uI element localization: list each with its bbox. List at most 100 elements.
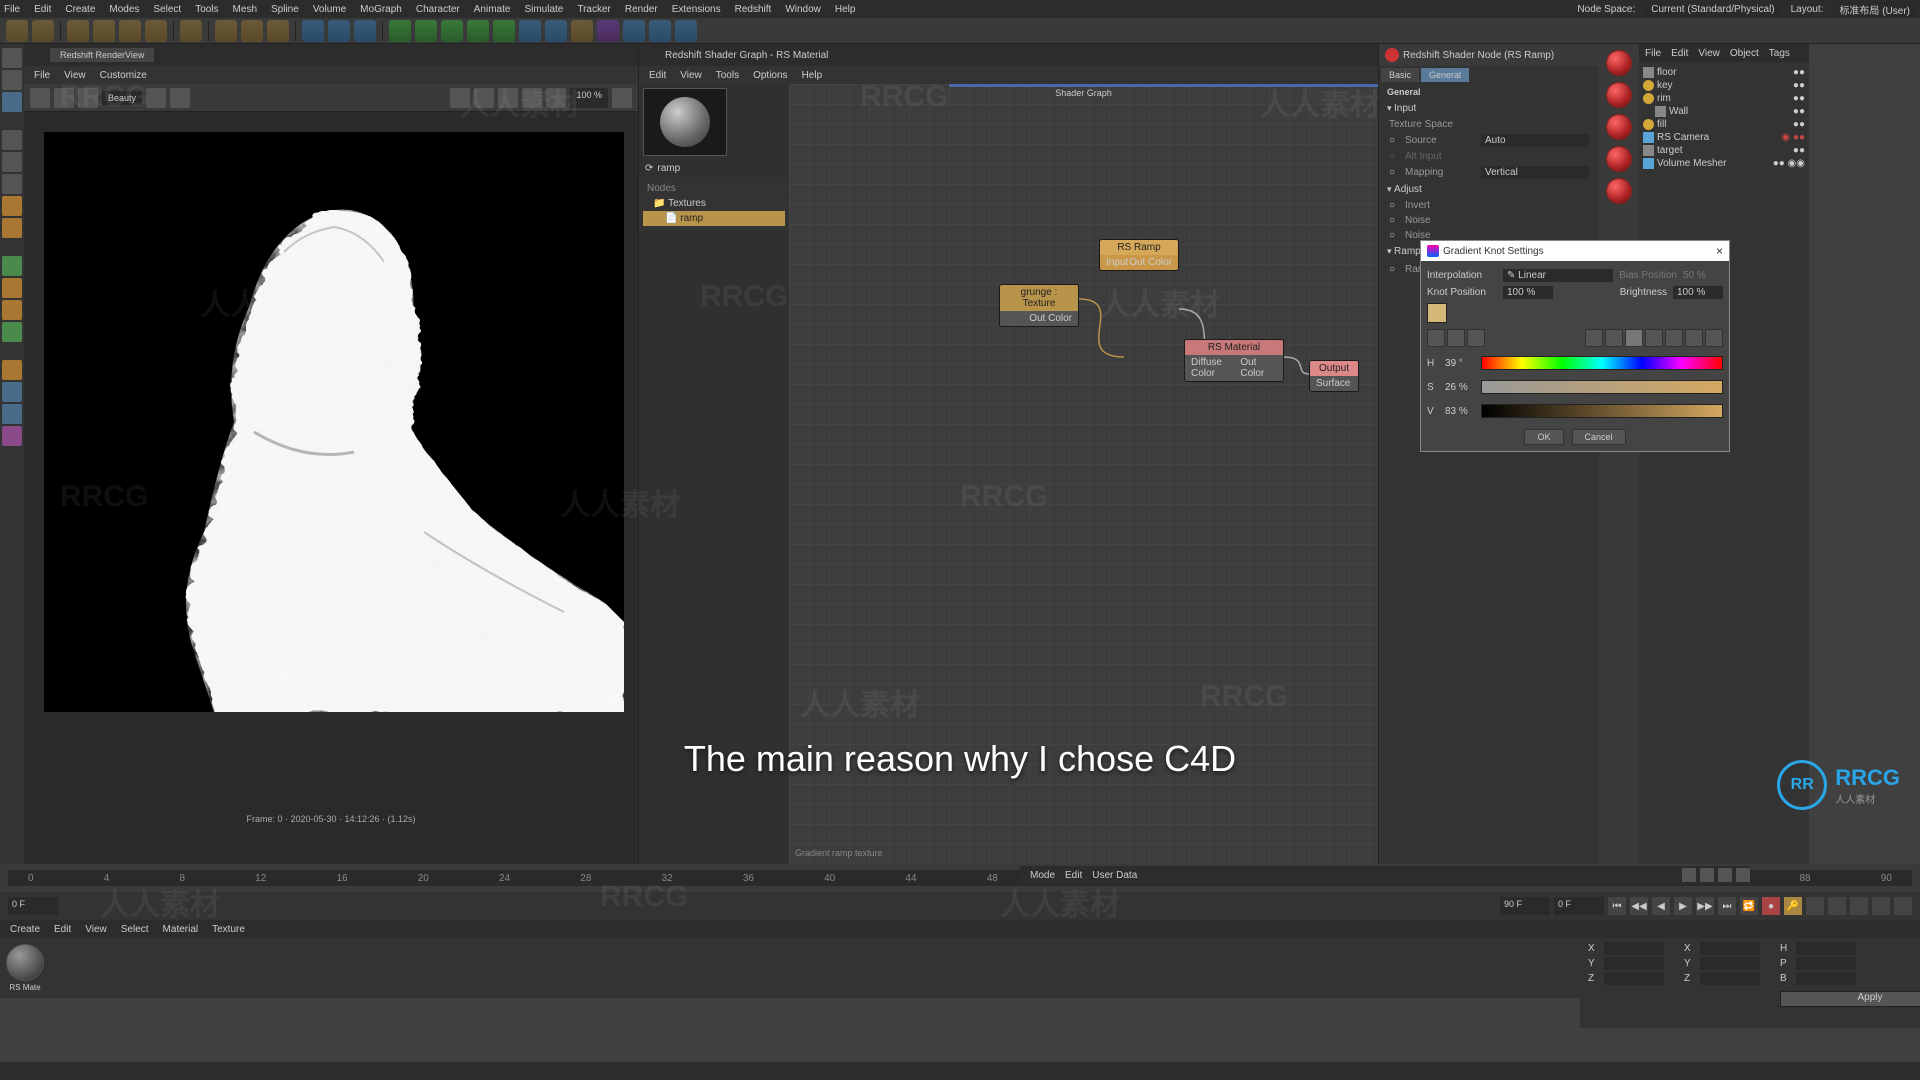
layout-value[interactable]: 标准布局 (User): [1833, 1, 1916, 18]
rot-h[interactable]: [1796, 942, 1856, 955]
mixer-icon[interactable]: [1665, 329, 1683, 347]
menu-file[interactable]: File: [4, 4, 20, 15]
render-menu-view[interactable]: View: [64, 70, 86, 81]
autokey-icon[interactable]: 🔑: [1784, 897, 1802, 915]
render-icon[interactable]: [328, 20, 350, 42]
history-icon[interactable]: [180, 20, 202, 42]
aov-select[interactable]: Beauty: [102, 91, 142, 105]
sg-menu-tools[interactable]: Tools: [716, 70, 739, 81]
node-rs-ramp[interactable]: RS Ramp InputOut Color: [1099, 239, 1179, 271]
mat-menu-texture[interactable]: Texture: [212, 924, 245, 935]
pos-z[interactable]: [1604, 972, 1664, 985]
scene-menu-file[interactable]: File: [1645, 48, 1661, 59]
menu-spline[interactable]: Spline: [271, 4, 299, 15]
frame-end[interactable]: 90 F: [1500, 897, 1550, 915]
snap-icon[interactable]: [2, 278, 22, 298]
textures-folder[interactable]: Textures: [668, 198, 706, 209]
detach-icon[interactable]: [612, 88, 632, 108]
goto-end-icon[interactable]: ⏭: [1718, 897, 1736, 915]
h-value[interactable]: 39 °: [1445, 358, 1475, 369]
scene-item-camera[interactable]: RS Camera◉ ●●: [1643, 131, 1805, 144]
move-icon[interactable]: [93, 20, 115, 42]
ramp-refresh-icon[interactable]: ⟳: [645, 163, 653, 174]
picker-icon[interactable]: [1427, 329, 1445, 347]
gradient-knot-dialog[interactable]: Gradient Knot Settings × Interpolation ✎…: [1420, 240, 1730, 452]
node-rs-material[interactable]: RS Material Diffuse ColorOut Color: [1184, 339, 1284, 382]
menu-character[interactable]: Character: [416, 4, 460, 15]
rs-preview-2[interactable]: [1606, 82, 1632, 108]
record-icon[interactable]: ●: [1762, 897, 1780, 915]
scene-item-fill[interactable]: fill●●: [1643, 118, 1805, 131]
menu-animate[interactable]: Animate: [474, 4, 511, 15]
menu-render[interactable]: Render: [625, 4, 658, 15]
ok-button[interactable]: OK: [1524, 429, 1563, 445]
scene-item-target[interactable]: target●●: [1643, 144, 1805, 157]
cube-icon[interactable]: [389, 20, 411, 42]
grid-icon[interactable]: [522, 88, 542, 108]
ramp-node-item[interactable]: ramp: [680, 213, 703, 224]
key-param-icon[interactable]: [1872, 897, 1890, 915]
mat-menu-create[interactable]: Create: [10, 924, 40, 935]
isoline-icon[interactable]: [2, 382, 22, 402]
environment-icon[interactable]: [519, 20, 541, 42]
node-output[interactable]: Output Surface: [1309, 360, 1359, 392]
render-lock-icon[interactable]: [30, 88, 50, 108]
poly-mode-icon[interactable]: [2, 174, 22, 194]
nurbs-icon[interactable]: [441, 20, 463, 42]
scene-item-wall[interactable]: Wall●●: [1643, 105, 1805, 118]
pos-value[interactable]: 100 %: [1503, 286, 1553, 299]
zoom-1-icon[interactable]: [474, 88, 494, 108]
play-back-icon[interactable]: ◀: [1652, 897, 1670, 915]
coord-icon[interactable]: [302, 20, 324, 42]
select-icon[interactable]: [67, 20, 89, 42]
material-browser[interactable]: RS Mate: [0, 938, 1580, 998]
rot-p[interactable]: [1796, 957, 1856, 970]
menu-tools[interactable]: Tools: [195, 4, 218, 15]
soft-select-icon[interactable]: [2, 322, 22, 342]
loop-icon[interactable]: 🔁: [1740, 897, 1758, 915]
info-icon[interactable]: [546, 88, 566, 108]
frame-current[interactable]: 0 F: [1554, 897, 1604, 915]
mat-menu-material[interactable]: Material: [163, 924, 199, 935]
axis-x-icon[interactable]: [215, 20, 237, 42]
redo-icon[interactable]: [32, 20, 54, 42]
menu-create[interactable]: Create: [65, 4, 95, 15]
particles-icon[interactable]: [597, 20, 619, 42]
attr-lock-icon[interactable]: [1736, 868, 1750, 882]
sg-menu-edit[interactable]: Edit: [649, 70, 666, 81]
scene-item-rim[interactable]: rim●●: [1643, 92, 1805, 105]
edge-mode-icon[interactable]: [2, 152, 22, 172]
rs-preview-1[interactable]: [1606, 50, 1632, 76]
attr-menu-edit[interactable]: Edit: [1065, 870, 1082, 881]
key-pos-icon[interactable]: [1806, 897, 1824, 915]
step-fwd-icon[interactable]: ▶▶: [1696, 897, 1714, 915]
pan-icon[interactable]: [498, 88, 518, 108]
attr-menu-mode[interactable]: Mode: [1030, 870, 1055, 881]
menu-tracker[interactable]: Tracker: [577, 4, 611, 15]
v-value[interactable]: 83 %: [1445, 406, 1475, 417]
size-x[interactable]: [1700, 942, 1760, 955]
step-back-icon[interactable]: ◀◀: [1630, 897, 1648, 915]
key-rot-icon[interactable]: [1828, 897, 1846, 915]
rotate-icon[interactable]: [145, 20, 167, 42]
kelvin-icon[interactable]: [1645, 329, 1663, 347]
sg-menu-options[interactable]: Options: [753, 70, 787, 81]
texture-axis-icon[interactable]: [2, 404, 22, 424]
menu-window[interactable]: Window: [785, 4, 821, 15]
texture-mode-icon[interactable]: [2, 92, 22, 112]
uv-icon[interactable]: [2, 426, 22, 446]
camera-icon[interactable]: [545, 20, 567, 42]
tab-general[interactable]: General: [1421, 68, 1469, 82]
play-icon[interactable]: ▶: [1674, 897, 1692, 915]
eyedrop-icon[interactable]: [1705, 329, 1723, 347]
mat-menu-select[interactable]: Select: [121, 924, 149, 935]
spectrum-icon[interactable]: [1467, 329, 1485, 347]
menu-mograph[interactable]: MoGraph: [360, 4, 402, 15]
hue-slider[interactable]: [1481, 356, 1723, 370]
axis-icon[interactable]: [2, 196, 22, 216]
render-compare-icon[interactable]: [170, 88, 190, 108]
tab-basic[interactable]: Basic: [1381, 68, 1419, 82]
render-snapshot-icon[interactable]: [146, 88, 166, 108]
model-mode-icon[interactable]: [2, 70, 22, 90]
size-z[interactable]: [1700, 972, 1760, 985]
